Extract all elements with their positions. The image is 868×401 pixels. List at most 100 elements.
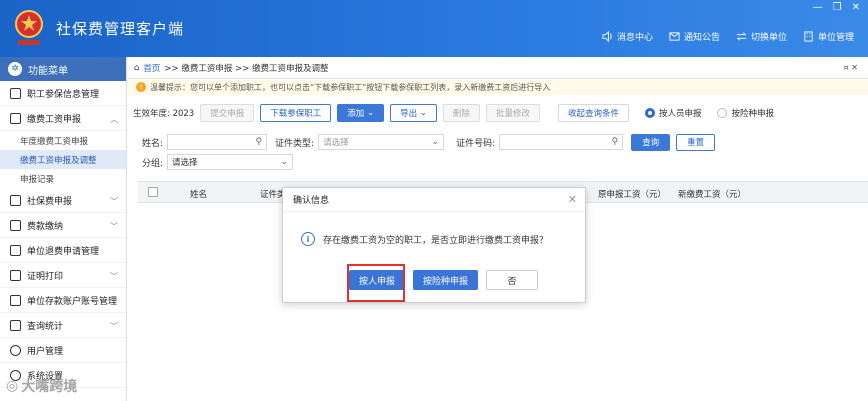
switch-unit-label: 切换单位 (750, 33, 787, 43)
menu-icon: ✲ (8, 62, 22, 76)
notice-button[interactable]: 通知公告 (669, 30, 720, 43)
search-icon: ⚲ (255, 137, 263, 147)
effective-year: 生效年度: 2023 (133, 109, 195, 119)
wallet-icon (10, 219, 21, 231)
search-icon: ⚲ (611, 137, 619, 147)
radio-off-icon (717, 108, 728, 118)
chevron-down-icon: ﹀ (110, 272, 118, 281)
sidebar-item-account[interactable]: 单位存款账户账号管理 (0, 288, 126, 313)
doc-icon (10, 194, 21, 206)
submit-button[interactable]: 提交申报 (200, 104, 255, 122)
print-icon (10, 269, 21, 281)
chevron-down-icon: ﹀ (110, 222, 118, 231)
reset-button[interactable]: 重置 (676, 133, 716, 151)
sidebar-item-label: 费款缴纳 (27, 221, 64, 232)
breadcrumb: ⌂ 首页 >> 缴费工资申报 >> 缴费工资申报及调整 ¤ ✕ (128, 57, 868, 79)
no-button[interactable]: 否 (486, 270, 539, 290)
radio-on-icon (644, 108, 655, 118)
delete-button[interactable]: 删除 (442, 104, 480, 122)
sidebar-subitem-annual[interactable]: 年度缴费工资申报 (0, 131, 126, 150)
chevron-down-icon: ﹀ (110, 322, 118, 331)
sidebar-item-payment[interactable]: 费款缴纳 ﹀ (0, 213, 126, 238)
tip-text: 温馨提示：您可以单个添加职工，也可以点击“下载参保职工”按钮下载参保职工列表，录… (150, 82, 551, 92)
tab-close-button[interactable]: ¤ ✕ (844, 63, 858, 72)
close-button[interactable]: ✕ (852, 2, 860, 13)
switch-unit-button[interactable]: 切换单位 (736, 30, 787, 43)
unit-manage-label: 单位管理 (817, 33, 854, 43)
radio-by-person-label: 按人员申报 (658, 109, 702, 119)
home-icon: ⌂ (134, 62, 140, 73)
chart-icon (10, 319, 21, 331)
watermark-logo-icon: ◎ (6, 378, 19, 394)
sidebar-item-refund[interactable]: 单位退费申请管理 (0, 238, 126, 263)
col-old-wage: 原申报工资（元） (598, 190, 667, 200)
toolbar: 生效年度: 2023 提交申报 下载参保职工 添加 ⌄ 导出 ⌄ 删除 批量修改… (128, 101, 868, 125)
query-button[interactable]: 查询 (631, 133, 671, 151)
sidebar-item-label: 单位退费申请管理 (27, 246, 100, 257)
emblem-icon (15, 10, 43, 45)
cert-type-placeholder: 请选择 (323, 138, 349, 148)
add-button[interactable]: 添加 ⌄ (337, 104, 385, 122)
name-input[interactable]: ⚲ (167, 134, 268, 150)
group-select[interactable]: 请选择 ⌄ (167, 154, 294, 170)
top-actions: 消息中心 通知公告 切换单位 单位管理 (602, 30, 854, 43)
chevron-down-icon: ⌄ (419, 108, 427, 118)
chevron-down-icon: ⌄ (431, 137, 440, 147)
cert-no-label: 证件号码: (456, 138, 496, 149)
bank-icon (10, 294, 21, 306)
export-button[interactable]: 导出 ⌄ (390, 104, 437, 122)
list-icon (10, 87, 21, 99)
switch-icon (736, 32, 747, 41)
sidebar-item-label: 用户管理 (27, 346, 64, 357)
breadcrumb-home[interactable]: 首页 (143, 62, 160, 74)
filter-row-1: 姓名: ⚲ 证件类型: 请选择 ⌄ 证件号码: ⚲ 查询 重置 (128, 132, 868, 152)
col-new-wage: 新缴费工资（元） (678, 190, 747, 200)
name-label: 姓名: (142, 138, 164, 149)
minimize-button[interactable]: — (813, 2, 823, 13)
sidebar-item-wage-declare[interactable]: 缴费工资申报 ︿ (0, 106, 126, 131)
watermark-text: 大嘴跨境 (21, 379, 78, 395)
cert-type-select[interactable]: 请选择 ⌄ (318, 134, 445, 150)
unit-manage-button[interactable]: 单位管理 (803, 30, 854, 43)
cert-no-input[interactable]: ⚲ (499, 134, 624, 150)
group-value: 请选择 (172, 158, 198, 168)
chevron-down-icon: ⌄ (280, 157, 289, 167)
refund-icon (10, 244, 21, 256)
select-all-checkbox[interactable] (148, 187, 158, 197)
download-button[interactable]: 下载参保职工 (260, 104, 332, 122)
notice-label: 通知公告 (683, 33, 720, 43)
chevron-down-icon: ⌄ (366, 108, 375, 118)
building-icon (804, 31, 813, 42)
sidebar-subitem-records[interactable]: 申报记录 (0, 169, 126, 188)
sidebar-item-print[interactable]: 证明打印 ﹀ (0, 263, 126, 288)
radio-by-type[interactable]: 按险种申报 (717, 107, 774, 119)
sidebar-subitem-adjust[interactable]: 缴费工资申报及调整 (0, 150, 126, 169)
sidebar-item-label: 单位存款账户账号管理 (27, 296, 118, 307)
collapse-filters-button[interactable]: 收起查询条件 (557, 104, 629, 122)
window-controls: — ❐ ✕ (813, 2, 860, 13)
sidebar-item-label: 缴费工资申报 (27, 114, 82, 125)
sidebar-item-fee-declare[interactable]: 社保费申报 ﹀ (0, 188, 126, 213)
dialog-message-text: 存在缴费工资为空的职工，是否立即进行缴费工资申报？ (323, 235, 549, 246)
mail-icon (669, 32, 680, 41)
export-label: 导出 (400, 109, 418, 119)
message-center-button[interactable]: 消息中心 (602, 30, 653, 43)
sidebar-item-stats[interactable]: 查询统计 ﹀ (0, 313, 126, 338)
restore-button[interactable]: ❐ (833, 2, 842, 13)
radio-by-person[interactable]: 按人员申报 (644, 107, 702, 119)
confirm-dialog: 确认信息 ✕ i 存在缴费工资为空的职工，是否立即进行缴费工资申报？ 按人申报 … (282, 187, 586, 303)
sidebar-item-label: 社保费申报 (27, 196, 73, 207)
sidebar-item-insured-info[interactable]: 职工参保信息管理 (0, 81, 126, 106)
close-icon[interactable]: ✕ (568, 193, 577, 206)
group-label: 分组: (142, 158, 164, 169)
sidebar-item-users[interactable]: 用户管理 (0, 338, 126, 363)
sidebar-item-label: 职工参保信息管理 (27, 89, 100, 100)
declare-by-type-button[interactable]: 按险种申报 (413, 270, 479, 290)
warning-icon: ! (136, 82, 146, 92)
app-title: 社保费管理客户端 (56, 20, 185, 38)
sidebar-header-label: 功能菜单 (28, 65, 68, 77)
edit-icon (10, 112, 21, 124)
batch-edit-button[interactable]: 批量修改 (485, 104, 540, 122)
chevron-up-icon: ︿ (110, 115, 118, 124)
gear-icon (10, 344, 21, 356)
